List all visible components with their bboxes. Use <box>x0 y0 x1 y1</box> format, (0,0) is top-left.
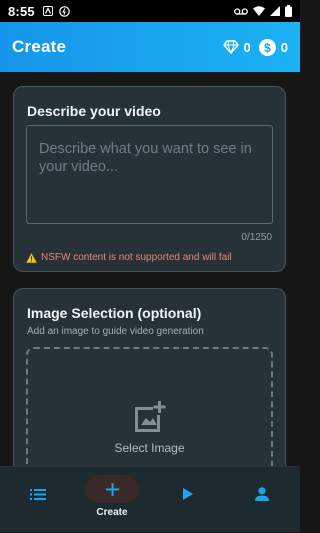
select-image-label: Select Image <box>114 441 185 455</box>
notification-icons <box>42 5 70 17</box>
voicemail-icon <box>234 7 248 15</box>
video-description-input[interactable]: Describe what you want to see in your vi… <box>26 125 273 224</box>
character-count: 0/1250 <box>241 232 272 243</box>
list-icon <box>30 489 46 500</box>
status-bar: 8:55 <box>0 0 300 22</box>
nav-list[interactable] <box>18 467 58 533</box>
cell-signal-icon <box>270 6 280 16</box>
status-time: 8:55 <box>8 3 35 19</box>
add-photo-icon <box>134 401 165 432</box>
describe-video-title: Describe your video <box>27 103 161 119</box>
describe-video-card: Describe your video Describe what you wa… <box>13 86 286 272</box>
battery-icon <box>285 5 292 17</box>
play-icon <box>183 488 193 500</box>
nav-videos[interactable] <box>168 467 208 533</box>
nsfw-warning-text: NSFW content is not supported and will f… <box>41 252 232 263</box>
page-title: Create <box>12 37 67 56</box>
nav-create[interactable]: Create <box>82 467 142 533</box>
dollar-coin-icon: $ <box>258 38 276 56</box>
image-selection-card: Image Selection (optional) Add an image … <box>13 288 286 466</box>
nav-create-label: Create <box>96 507 128 518</box>
app-header: Create 0 $ 0 <box>0 22 300 72</box>
select-image-button[interactable]: Select Image <box>26 347 273 466</box>
create-content[interactable]: Describe your video Describe what you wa… <box>0 72 300 466</box>
nsfw-warning: NSFW content is not supported and will f… <box>26 252 232 263</box>
svg-text:$: $ <box>264 40 271 54</box>
plus-icon <box>105 482 119 496</box>
wifi-icon <box>253 6 265 16</box>
diamond-icon <box>222 40 239 54</box>
sync-notification-icon <box>59 5 70 17</box>
image-selection-subtitle: Add an image to guide video generation <box>27 326 204 337</box>
bottom-navigation: Create <box>0 466 300 532</box>
warning-icon <box>26 252 37 263</box>
person-icon <box>255 487 269 501</box>
coins-counter[interactable]: $ 0 <box>258 38 288 56</box>
coins-count: 0 <box>280 39 288 55</box>
create-tab-indicator <box>85 475 139 503</box>
nav-profile[interactable] <box>242 467 282 533</box>
gems-count: 0 <box>243 39 251 55</box>
app-notification-icon <box>42 6 53 16</box>
gems-counter[interactable]: 0 <box>222 39 251 55</box>
image-selection-title: Image Selection (optional) <box>27 305 202 321</box>
